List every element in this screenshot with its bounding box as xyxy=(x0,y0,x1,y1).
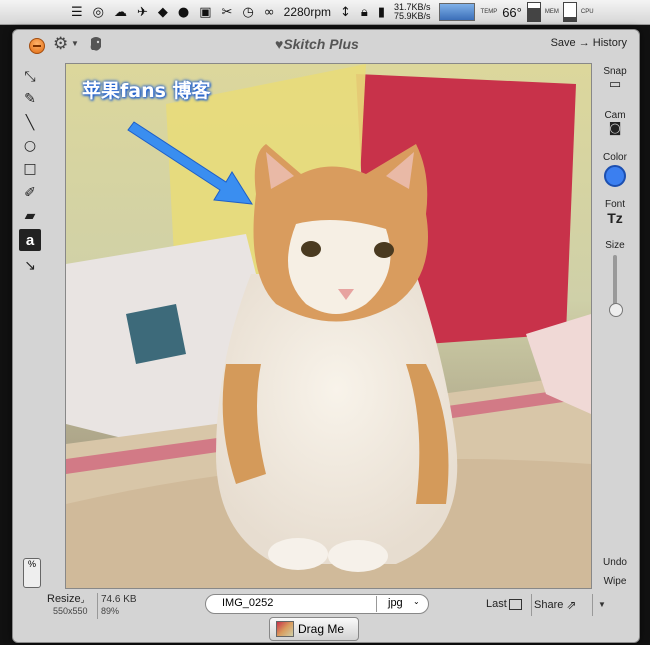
rectangle-tool-icon[interactable]: □ xyxy=(19,158,41,180)
cloud-icon[interactable]: ☁ xyxy=(114,2,127,22)
annotation-arrow[interactable] xyxy=(66,64,591,588)
gear-dropdown-chevron-icon[interactable]: ▼ xyxy=(71,39,79,48)
wifi-menu-icon[interactable]: ☰ xyxy=(71,2,83,22)
snap-label: Snap xyxy=(603,66,627,77)
resize-button[interactable]: Resize⌟ xyxy=(47,593,84,605)
save-button[interactable]: Save xyxy=(551,37,576,49)
font-label: Font xyxy=(604,199,625,210)
sort-arrows-icon[interactable]: ↕ xyxy=(340,2,351,22)
filename-input[interactable]: IMG_0252 xyxy=(222,597,273,609)
headphones-icon[interactable]: ◎ xyxy=(93,2,104,22)
skitch-window: ⚙ ▼ ♥Skitch Plus Save → History ⤡ ✎ ╲ ○ … xyxy=(12,29,640,643)
text-tool-icon[interactable]: a xyxy=(19,229,41,251)
format-select[interactable]: jpg xyxy=(388,597,403,609)
app-title: ♥Skitch Plus xyxy=(275,36,359,52)
network-graph[interactable] xyxy=(438,3,475,21)
font-icon: Tz xyxy=(607,210,623,226)
size-slider-knob[interactable] xyxy=(609,303,623,317)
share-dropdown-icon[interactable]: ▼ xyxy=(598,600,606,609)
share-label: Share xyxy=(534,599,564,611)
select-tool-icon[interactable]: ⤡ xyxy=(19,66,41,88)
resize-label: Resize xyxy=(47,593,81,605)
bowler-hat-icon[interactable]: ● xyxy=(178,2,189,22)
monitor-icon: ▭ xyxy=(608,77,622,92)
size-tool: Size xyxy=(597,240,633,317)
size-label: Size xyxy=(605,240,625,251)
divider xyxy=(97,593,98,619)
mem-label: MEM xyxy=(544,9,559,15)
lock-icon[interactable]: 🔒︎ xyxy=(361,2,368,22)
cam-tool[interactable]: Cam ◙ xyxy=(597,110,633,136)
camera-icon: ◙ xyxy=(608,121,622,136)
filename-field[interactable]: IMG_0252 jpg ⌄ xyxy=(205,594,429,614)
line-tool-icon[interactable]: ╲ xyxy=(19,112,41,134)
temp-label: TEMP xyxy=(480,9,498,15)
clipboard-icon[interactable]: ▣ xyxy=(199,2,211,22)
save-history: Save → History xyxy=(551,37,627,49)
drag-me-handle[interactable]: Drag Me xyxy=(269,617,359,641)
divider xyxy=(592,594,593,616)
file-size: 74.6 KB xyxy=(101,594,137,605)
resize-corner-icon: ⌟ xyxy=(80,595,85,604)
drag-me-label: Drag Me xyxy=(298,622,345,636)
image-canvas[interactable]: 苹果fans 博客 xyxy=(65,63,592,589)
arrow-tool-icon[interactable]: ↘ xyxy=(19,255,41,277)
color-tool[interactable]: Color xyxy=(597,152,633,187)
cpu-label: CPU xyxy=(580,9,594,15)
size-slider[interactable] xyxy=(609,255,623,317)
color-swatch[interactable] xyxy=(604,165,626,187)
last-label: Last xyxy=(486,598,507,610)
close-button[interactable] xyxy=(29,38,45,54)
evernote-elephant-icon[interactable] xyxy=(88,35,104,53)
infinity-icon[interactable]: ∞ xyxy=(264,2,275,22)
net-download: 75.9KB/s xyxy=(394,11,431,21)
last-window-icon xyxy=(508,598,522,610)
twitter-bird-icon[interactable]: ✈ xyxy=(137,2,148,22)
clock-icon[interactable]: ◷ xyxy=(242,2,253,22)
eraser-tool-icon[interactable]: ▰ xyxy=(19,205,41,227)
network-speed[interactable]: 31.7KB/s 75.9KB/s xyxy=(394,3,431,21)
cam-label: Cam xyxy=(604,110,626,121)
menu-bar: ☰ ◎ ☁ ✈ ◆ ● ▣ ✂ ◷ ∞ 2280rpm ↕ 🔒︎ ▮ 31.7K… xyxy=(0,0,650,25)
battery-icon[interactable]: ▮ xyxy=(378,2,385,22)
percent-toggle[interactable]: % xyxy=(23,558,41,588)
divider xyxy=(376,596,377,612)
bottom-bar: % Resize⌟ 550x550 74.6 KB 89% IMG_0252 j… xyxy=(13,558,639,642)
last-button[interactable]: Last xyxy=(486,598,522,610)
title-bar: ⚙ ▼ ♥Skitch Plus Save → History xyxy=(13,30,639,60)
arrow-icon: → xyxy=(578,37,590,49)
memory-meter[interactable] xyxy=(526,2,541,22)
percent-label: % xyxy=(27,559,36,569)
undo-button[interactable]: Undo xyxy=(597,557,633,568)
share-arrow-icon: ⇗ xyxy=(566,598,577,612)
dropbox-icon[interactable]: ◆ xyxy=(158,2,168,22)
image-thumbnail xyxy=(276,621,294,637)
color-label: Color xyxy=(603,152,627,163)
cpu-meter[interactable] xyxy=(562,2,577,22)
history-button[interactable]: History xyxy=(593,37,627,49)
wipe-button[interactable]: Wipe xyxy=(597,576,633,587)
scissors-icon[interactable]: ✂ xyxy=(222,2,233,22)
font-tool[interactable]: Font Tz xyxy=(597,199,633,226)
image-dimensions: 550x550 xyxy=(53,606,88,616)
temperature-readout[interactable]: 66° xyxy=(502,5,522,20)
divider xyxy=(531,594,532,616)
quality-percent: 89% xyxy=(101,606,120,616)
pen-tool-icon[interactable]: ✎ xyxy=(19,88,41,110)
snap-tool[interactable]: Snap ▭ xyxy=(597,66,633,92)
share-button[interactable]: Share ⇗ xyxy=(534,598,576,612)
highlighter-tool-icon[interactable]: ✐ xyxy=(19,182,41,204)
fan-rpm-readout[interactable]: 2280rpm xyxy=(284,5,331,19)
ellipse-tool-icon[interactable]: ○ xyxy=(19,135,41,157)
gear-icon[interactable]: ⚙ xyxy=(53,34,68,54)
format-dropdown-icon[interactable]: ⌄ xyxy=(413,597,420,606)
